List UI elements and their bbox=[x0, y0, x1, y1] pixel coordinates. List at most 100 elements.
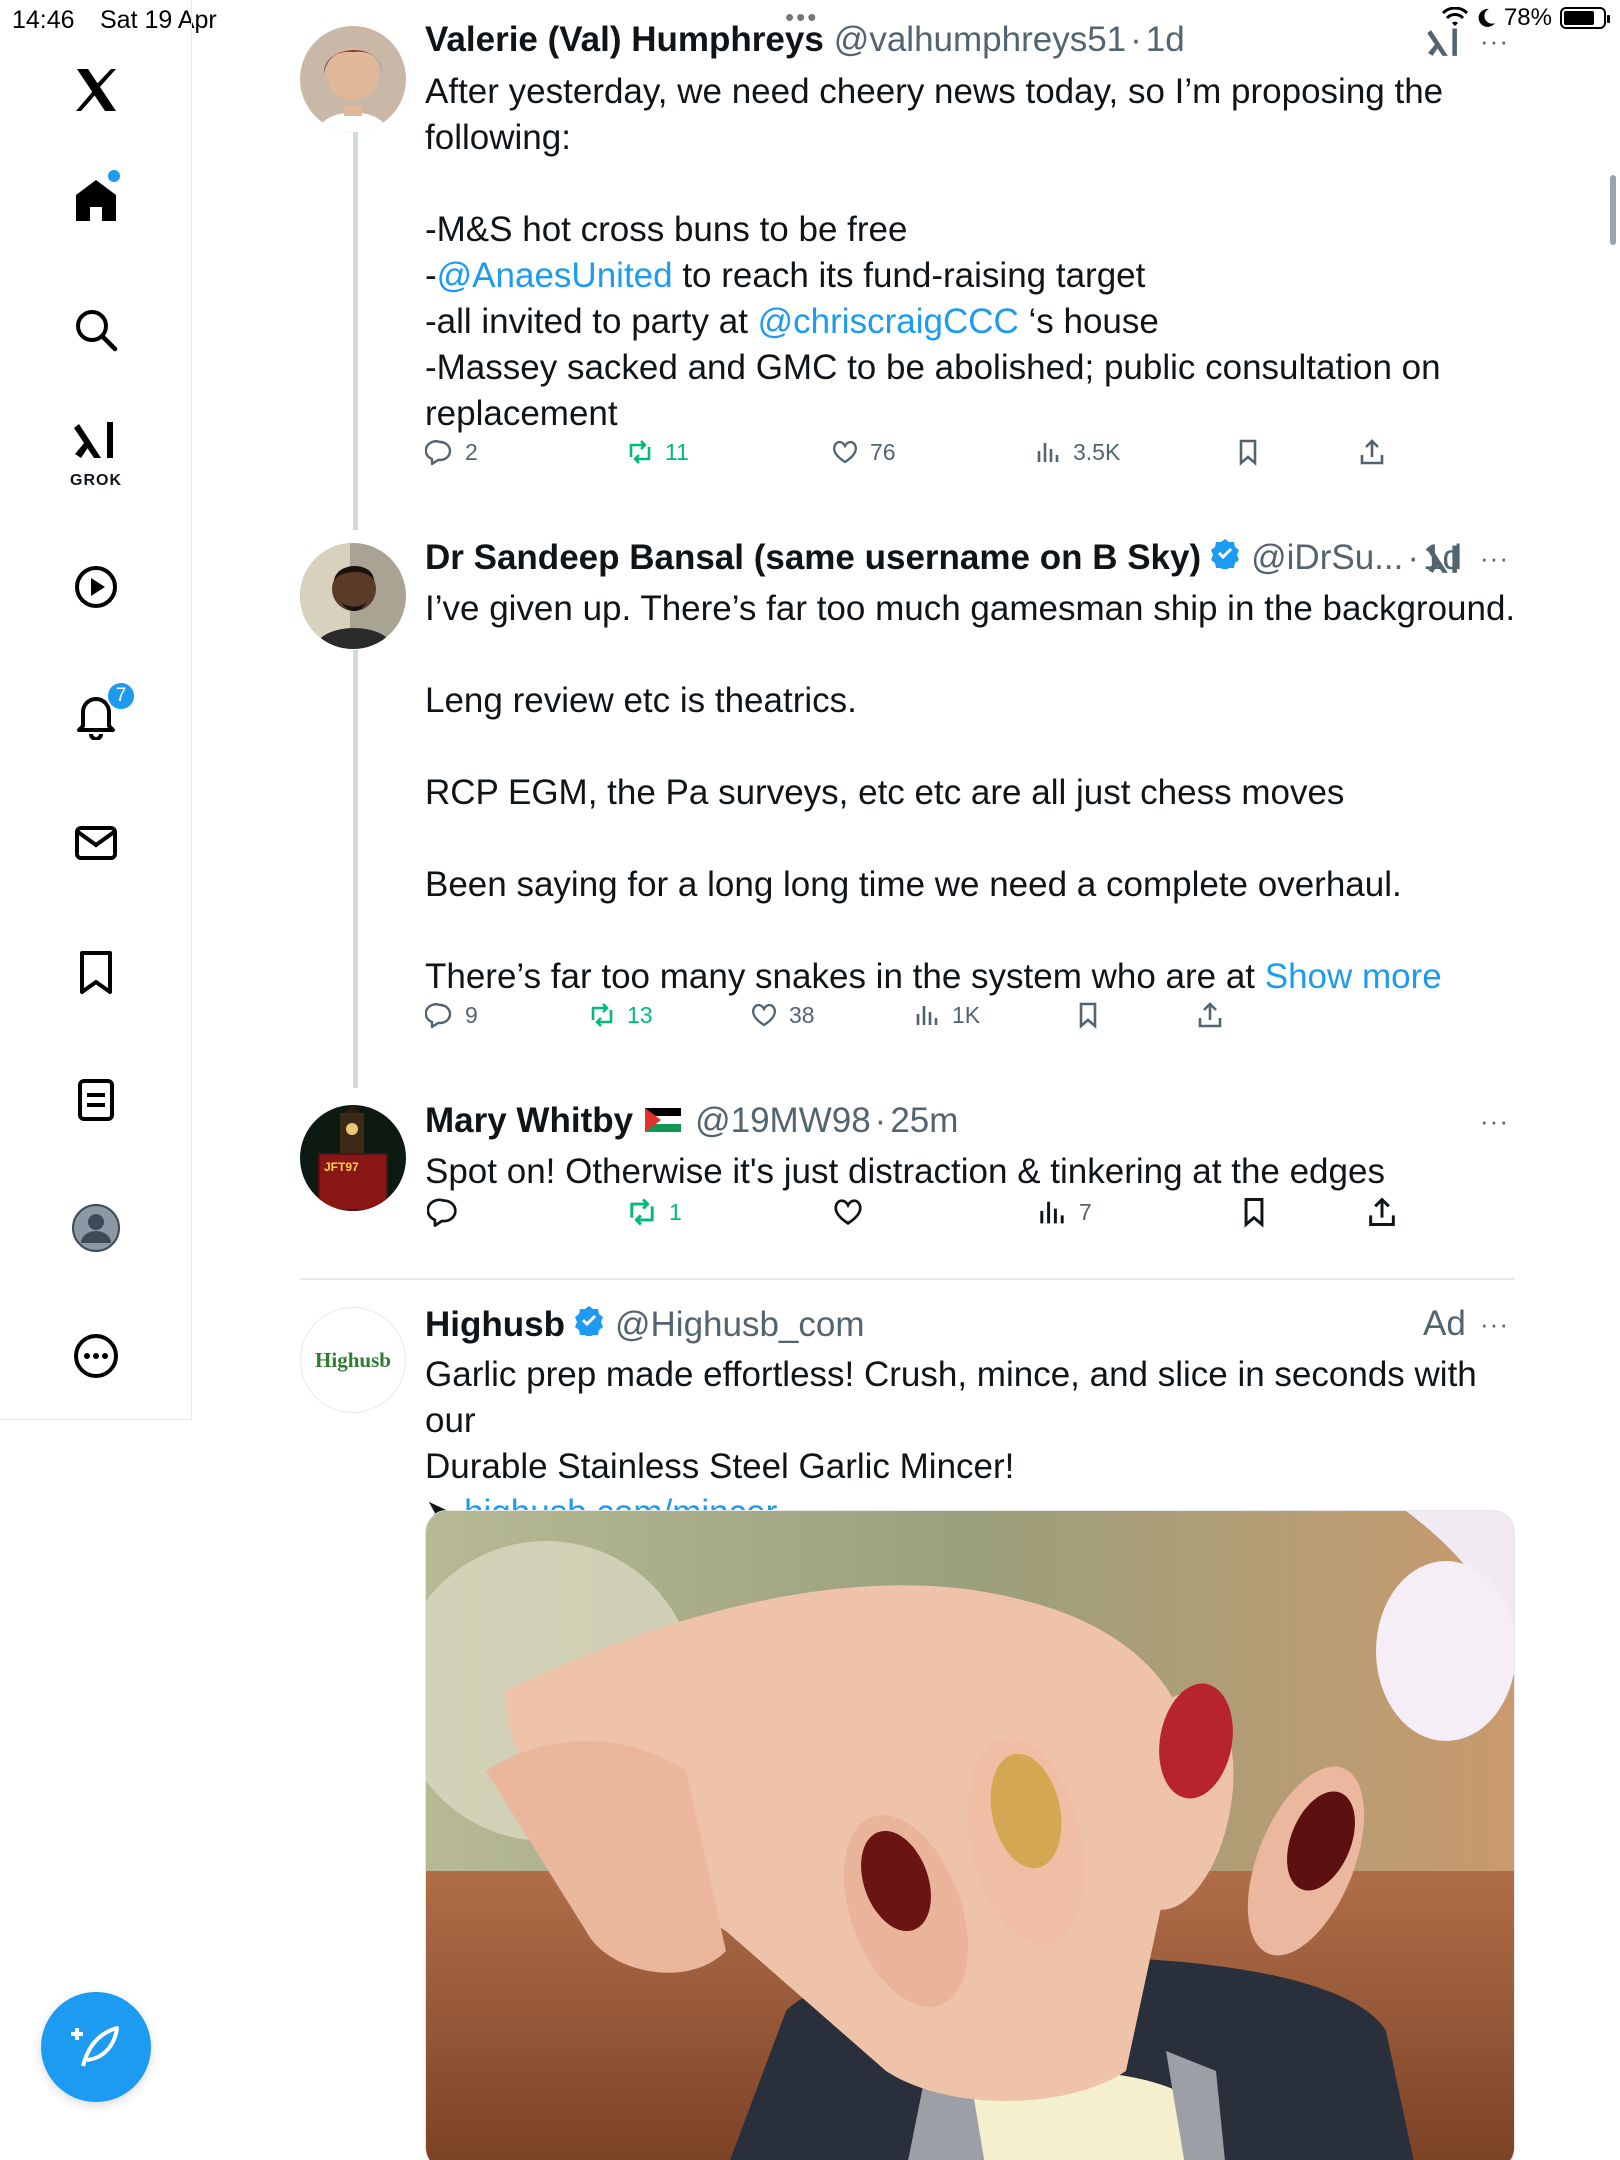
views-button[interactable]: 7 bbox=[1035, 1195, 1092, 1229]
bookmark-icon bbox=[1239, 439, 1257, 466]
separator: · bbox=[874, 1101, 887, 1140]
sidebar-item-messages[interactable] bbox=[46, 793, 146, 893]
share-button[interactable] bbox=[1357, 437, 1387, 467]
bookmark-icon bbox=[80, 951, 112, 994]
tweet-text: After yesterday, we need cheery news tod… bbox=[425, 69, 1525, 437]
author-handle[interactable]: @valhumphreys51 bbox=[834, 20, 1126, 60]
text-span: Spot on! Otherwise it's just distraction… bbox=[425, 1152, 1385, 1191]
more-options-icon[interactable]: ··· bbox=[1480, 1106, 1509, 1137]
sidebar-item-videos[interactable] bbox=[46, 537, 146, 637]
grok-icon[interactable] bbox=[1425, 541, 1463, 579]
text-span: -all invited to party at bbox=[425, 302, 758, 341]
text-line: -M&S hot cross buns to be free bbox=[425, 207, 1525, 253]
views-button[interactable]: 3.5K bbox=[1033, 437, 1120, 467]
share-icon bbox=[1198, 1002, 1222, 1028]
reply-button[interactable] bbox=[427, 1195, 471, 1229]
more-options-icon[interactable]: ··· bbox=[1480, 1309, 1509, 1340]
views-button[interactable]: 1K bbox=[912, 1000, 980, 1030]
author-handle[interactable]: @Highusb_com bbox=[615, 1305, 865, 1345]
brand-logo-text: Highusb bbox=[315, 1347, 391, 1372]
text-line: There’s far too many snakes in the syste… bbox=[425, 954, 1525, 1000]
mention-link[interactable]: @chriscraigCCC bbox=[758, 302, 1019, 341]
text-span: After yesterday, we need cheery news tod… bbox=[425, 72, 1444, 111]
sidebar-item-home[interactable] bbox=[46, 150, 146, 250]
compose-post-button[interactable] bbox=[41, 1992, 151, 2102]
more-options-icon[interactable]: ··· bbox=[1480, 543, 1509, 574]
views-icon bbox=[1037, 443, 1059, 462]
like-count: 38 bbox=[789, 1001, 815, 1028]
bookmark-button[interactable] bbox=[1233, 437, 1263, 467]
like-button[interactable]: 76 bbox=[830, 437, 896, 467]
text-line bbox=[425, 161, 1525, 207]
repost-button[interactable]: 1 bbox=[625, 1195, 682, 1229]
sidebar-item-profile[interactable] bbox=[46, 1178, 146, 1278]
repost-button[interactable]: 13 bbox=[587, 1000, 653, 1030]
sidebar-item-explore[interactable] bbox=[46, 280, 146, 380]
avatar[interactable]: Highusb bbox=[300, 1307, 406, 1413]
reply-button[interactable]: 9 bbox=[425, 1000, 478, 1030]
like-button[interactable]: 38 bbox=[749, 1000, 815, 1030]
avatar[interactable] bbox=[300, 26, 406, 132]
timestamp[interactable]: 25m bbox=[890, 1101, 958, 1141]
sidebar-item-lists[interactable] bbox=[46, 1050, 146, 1150]
avatar[interactable] bbox=[300, 543, 406, 649]
mention-link[interactable]: @AnaesUnited bbox=[437, 256, 673, 295]
repost-button[interactable]: 11 bbox=[625, 437, 689, 467]
sidebar-item-bookmarks[interactable] bbox=[46, 922, 146, 1022]
author-name[interactable]: Dr Sandeep Bansal (same username on B Sk… bbox=[425, 538, 1201, 578]
home-unread-dot bbox=[108, 170, 120, 182]
text-line: Leng review etc is theatrics. bbox=[425, 678, 1525, 724]
tweet-header: Mary Whitby @19MW98 · 25m bbox=[425, 1101, 958, 1141]
text-span: - bbox=[425, 256, 437, 295]
tweet-header: Valerie (Val) Humphreys @valhumphreys51 … bbox=[425, 20, 1185, 60]
author-handle[interactable]: @19MW98 bbox=[695, 1101, 871, 1141]
repost-count: 11 bbox=[665, 438, 689, 465]
grok-icon[interactable] bbox=[1425, 24, 1463, 62]
text-line: After yesterday, we need cheery news tod… bbox=[425, 69, 1525, 115]
mail-icon bbox=[75, 826, 117, 860]
heart-icon bbox=[751, 1003, 777, 1027]
text-line bbox=[425, 908, 1525, 954]
timestamp[interactable]: 1d bbox=[1146, 20, 1185, 60]
heart-icon bbox=[832, 440, 858, 464]
views-icon bbox=[1040, 1201, 1064, 1224]
text-span: replacement bbox=[425, 394, 618, 433]
verified-badge-icon bbox=[1211, 539, 1240, 569]
show-more-link[interactable]: Show more bbox=[1265, 957, 1442, 996]
text-line: -Massey sacked and GMC to be abolished; … bbox=[425, 345, 1525, 391]
share-button[interactable] bbox=[1365, 1195, 1399, 1229]
list-icon bbox=[78, 1079, 114, 1121]
sidebar-item-more[interactable] bbox=[46, 1306, 146, 1406]
palestine-flag-icon bbox=[645, 1108, 682, 1132]
battery-percent: 78% bbox=[1503, 4, 1552, 31]
author-name[interactable]: Valerie (Val) Humphreys bbox=[425, 20, 824, 60]
thread-connector bbox=[353, 650, 358, 1088]
garlic-press-hand-image[interactable] bbox=[425, 1510, 1515, 2160]
feed-scrollbar[interactable] bbox=[1610, 175, 1616, 245]
avatar-icon bbox=[72, 1204, 120, 1252]
reply-icon bbox=[427, 1198, 457, 1227]
text-span: Durable Stainless Steel Garlic Mincer! bbox=[425, 1447, 1015, 1486]
bookmark-button[interactable] bbox=[1073, 1000, 1103, 1030]
text-line: Durable Stainless Steel Garlic Mincer! bbox=[425, 1444, 1525, 1490]
text-line: Spot on! Otherwise it's just distraction… bbox=[425, 1149, 1525, 1195]
share-button[interactable] bbox=[1195, 1000, 1225, 1030]
reply-button[interactable]: 2 bbox=[425, 437, 478, 467]
author-name[interactable]: Highusb bbox=[425, 1305, 565, 1345]
battery-fill bbox=[1564, 11, 1594, 25]
author-name[interactable]: Mary Whitby bbox=[425, 1101, 633, 1141]
text-span: -Massey sacked and GMC to be abolished; … bbox=[425, 348, 1441, 387]
more-options-icon[interactable]: ··· bbox=[1480, 26, 1509, 57]
x-logo-icon[interactable] bbox=[46, 40, 146, 140]
ad-label: Ad bbox=[1423, 1304, 1466, 1343]
author-handle[interactable]: @iDrSu... bbox=[1251, 538, 1403, 578]
avatar[interactable]: JFT97 bbox=[300, 1105, 406, 1211]
text-span: Leng review etc is theatrics. bbox=[425, 681, 857, 720]
tweet-text: Spot on! Otherwise it's just distraction… bbox=[425, 1149, 1525, 1195]
like-button[interactable] bbox=[831, 1195, 875, 1229]
text-span: to reach its fund-raising target bbox=[672, 256, 1146, 295]
bookmark-button[interactable] bbox=[1237, 1195, 1271, 1229]
tweet-text: I’ve given up. There’s far too much game… bbox=[425, 586, 1525, 1000]
sidebar-item-notifications[interactable]: 7 bbox=[46, 665, 146, 765]
sidebar-item-grok[interactable]: GROK bbox=[46, 400, 146, 500]
